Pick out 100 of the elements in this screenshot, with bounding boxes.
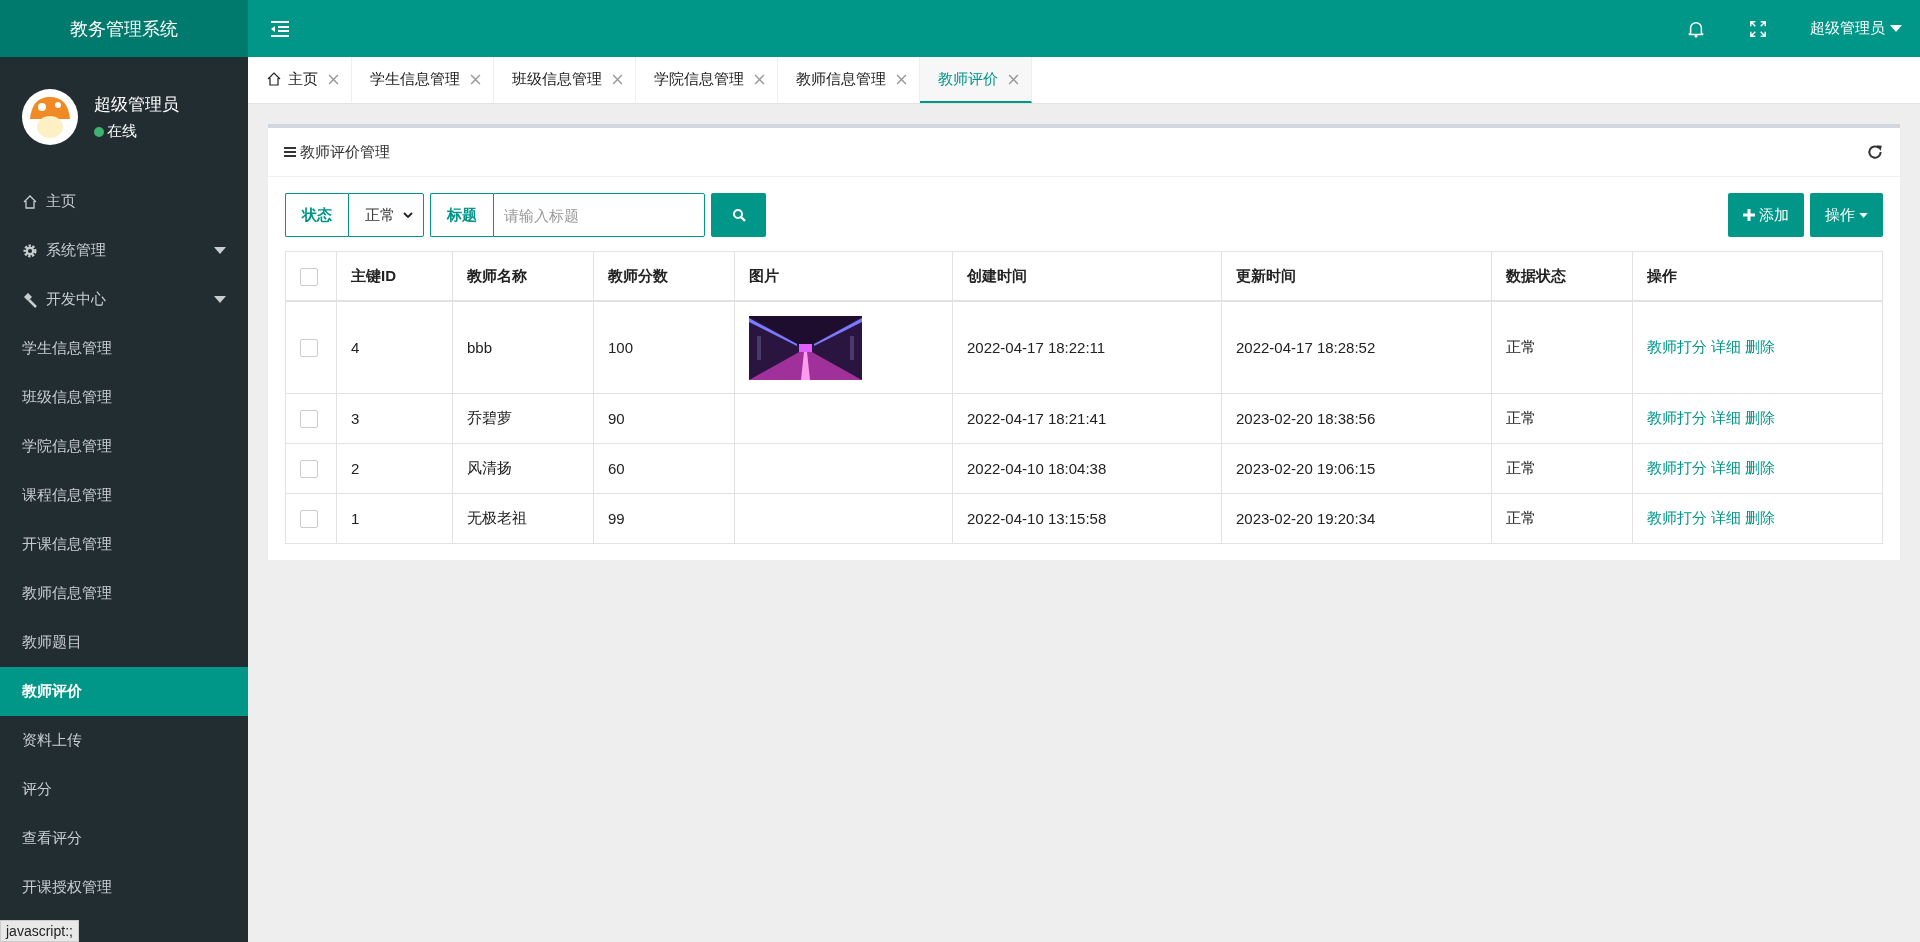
actions-dropdown-button[interactable]: 操作 — [1810, 193, 1883, 237]
notification-bell-icon[interactable] — [1686, 19, 1706, 38]
sidebar-item[interactable]: 班级信息管理 — [0, 373, 248, 422]
close-icon[interactable] — [1008, 73, 1019, 85]
caret-icon — [1859, 212, 1868, 218]
search-icon — [731, 208, 746, 222]
table-cell: 正常 — [1506, 338, 1536, 355]
column-header: 创建时间 — [967, 266, 1027, 284]
home-icon — [22, 193, 38, 210]
sidebar-item[interactable]: 开发中心 — [0, 275, 248, 324]
title-search-field[interactable]: 请输入标题 — [493, 193, 705, 237]
table-cell: 90 — [608, 410, 625, 427]
select-all-checkbox[interactable] — [300, 267, 318, 286]
table-cell: 2 — [351, 460, 360, 477]
action-link[interactable]: 教师打分 — [1647, 459, 1707, 476]
tab[interactable]: 班级信息管理 — [494, 57, 636, 103]
status-filter-label: 状态 — [285, 193, 348, 237]
sidebar-item[interactable]: 系统管理 — [0, 226, 248, 275]
close-icon[interactable] — [612, 73, 623, 85]
sidebar-item[interactable]: 课程信息管理 — [0, 471, 248, 520]
action-link[interactable]: 教师打分 — [1647, 509, 1707, 526]
table-cell: bbb — [467, 339, 493, 356]
user-menu[interactable]: 超级管理员 — [1810, 19, 1902, 38]
table-cell: 2022-04-10 13:15:58 — [967, 510, 1107, 527]
column-header: 教师分数 — [608, 266, 668, 284]
action-link[interactable]: 详细 — [1711, 409, 1741, 426]
action-link[interactable]: 详细 — [1711, 459, 1741, 476]
refresh-icon[interactable] — [1866, 143, 1884, 161]
sidebar-item[interactable]: 教师评价 — [0, 667, 248, 716]
table-cell: 2022-04-17 18:21:41 — [967, 410, 1107, 427]
action-link[interactable]: 教师打分 — [1647, 409, 1707, 426]
close-icon[interactable] — [328, 73, 339, 85]
row-checkbox[interactable] — [300, 410, 318, 428]
sidebar-item[interactable]: 主页 — [0, 177, 248, 226]
action-link[interactable]: 删除 — [1745, 509, 1775, 526]
app-title: 教务管理系统 — [0, 0, 248, 57]
menu-icon[interactable] — [270, 19, 290, 38]
hammer-icon — [22, 291, 38, 308]
caret-icon — [214, 296, 226, 303]
action-link[interactable]: 教师打分 — [1647, 338, 1707, 355]
row-checkbox[interactable] — [300, 510, 318, 528]
row-checkbox[interactable] — [300, 339, 318, 357]
column-header: 教师名称 — [467, 266, 527, 284]
table-cell: 99 — [608, 510, 625, 527]
table-cell: 3 — [351, 410, 360, 427]
tab[interactable]: 学生信息管理 — [352, 57, 494, 103]
sidebar-item[interactable]: 学院信息管理 — [0, 422, 248, 471]
sidebar-item[interactable]: 开课信息管理 — [0, 520, 248, 569]
table-cell: 1 — [351, 510, 360, 527]
close-icon[interactable] — [754, 73, 765, 85]
action-link[interactable]: 详细 — [1711, 338, 1741, 355]
column-header: 数据状态 — [1506, 266, 1566, 284]
sidebar-item[interactable]: 资料上传 — [0, 716, 248, 765]
chevron-icon — [403, 212, 413, 218]
fullscreen-icon[interactable] — [1748, 19, 1768, 38]
action-link[interactable]: 删除 — [1745, 409, 1775, 426]
sidebar-item[interactable]: 教师信息管理 — [0, 569, 248, 618]
table-cell: 2022-04-17 18:22:11 — [967, 339, 1106, 356]
search-button[interactable] — [711, 193, 766, 237]
avatar-icon — [22, 89, 78, 145]
close-icon[interactable] — [470, 73, 481, 85]
sidebar-item[interactable]: 评分 — [0, 765, 248, 814]
user-name: 超级管理员 — [94, 94, 179, 116]
action-link[interactable]: 删除 — [1745, 459, 1775, 476]
sidebar-item[interactable]: 教师题目 — [0, 618, 248, 667]
column-header: 图片 — [749, 266, 779, 284]
column-header: 主键ID — [351, 266, 396, 284]
panel-title: 教师评价管理 — [300, 142, 390, 162]
table-cell: 2023-02-20 18:38:56 — [1236, 410, 1376, 427]
table-cell: 正常 — [1506, 509, 1536, 526]
table-cell: 2022-04-17 18:28:52 — [1236, 339, 1376, 356]
action-link[interactable]: 删除 — [1745, 338, 1775, 355]
table-cell: 2023-02-20 19:06:15 — [1236, 460, 1376, 477]
table-cell: 60 — [608, 460, 625, 477]
home-icon — [266, 71, 282, 87]
list-icon — [284, 147, 296, 157]
table-cell: 风清扬 — [467, 459, 512, 476]
gear-icon — [22, 242, 38, 259]
add-button[interactable]: 添加 — [1728, 193, 1804, 237]
sidebar-item[interactable]: 查看评分 — [0, 814, 248, 863]
table-cell: 无极老祖 — [467, 509, 527, 526]
action-link[interactable]: 详细 — [1711, 509, 1741, 526]
table-cell: 2022-04-10 18:04:38 — [967, 460, 1107, 477]
user-status: 在线 — [107, 122, 137, 141]
column-header: 操作 — [1647, 266, 1677, 284]
table-cell: 2023-02-20 19:20:34 — [1236, 510, 1376, 527]
row-checkbox[interactable] — [300, 460, 318, 478]
tab[interactable]: 主页 — [248, 57, 352, 103]
sidebar-item[interactable]: 学生信息管理 — [0, 324, 248, 373]
status-select[interactable]: 正常 — [348, 193, 424, 237]
plus-icon — [1743, 209, 1755, 221]
column-header: 更新时间 — [1236, 266, 1296, 284]
caret-icon — [1890, 25, 1902, 32]
status-tooltip: javascript:; — [0, 920, 79, 942]
table-cell: 乔碧萝 — [467, 409, 512, 426]
tab[interactable]: 学院信息管理 — [636, 57, 778, 103]
table-cell: 4 — [351, 339, 360, 356]
sidebar-item[interactable]: 开课授权管理 — [0, 863, 248, 912]
tab[interactable]: 教师评价 — [920, 57, 1032, 103]
close-icon[interactable] — [896, 73, 907, 85]
